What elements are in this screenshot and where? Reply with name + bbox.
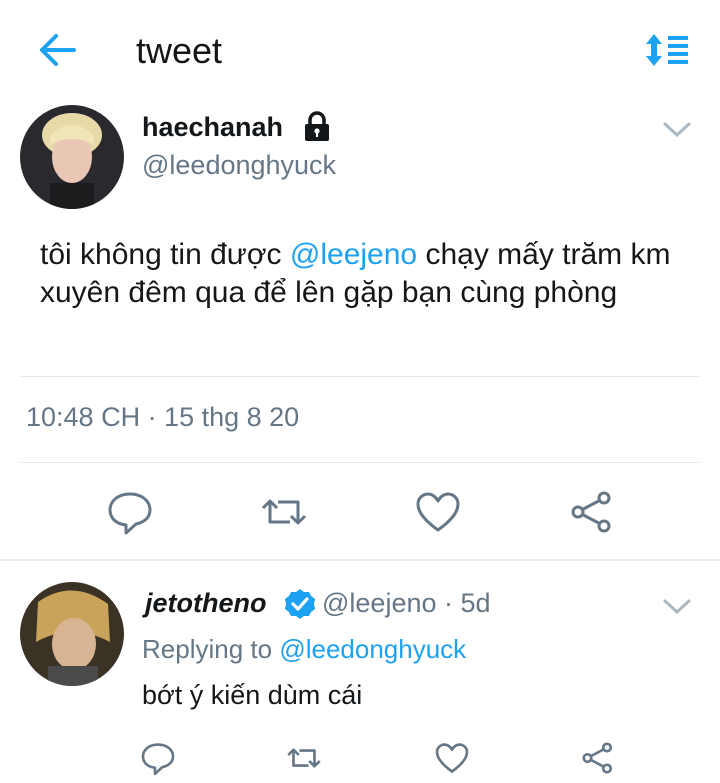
- reply-handle-line: @leejeno · 5d: [322, 588, 491, 619]
- share-icon[interactable]: [568, 488, 616, 536]
- chevron-down-icon[interactable]: [662, 120, 692, 140]
- reply-display-name[interactable]: jetotheno: [145, 588, 267, 619]
- chevron-down-icon[interactable]: [662, 597, 692, 617]
- page-title: tweet: [136, 30, 223, 71]
- tweet-text: tôi không tin được @leejeno chạy mấy tră…: [40, 236, 680, 312]
- reply-handle[interactable]: @leejeno: [322, 588, 437, 618]
- mention-link[interactable]: @leejeno: [290, 238, 417, 271]
- user-handle[interactable]: @leedonghyuck: [142, 150, 336, 181]
- reply-time: · 5d: [436, 588, 491, 618]
- avatar[interactable]: [20, 105, 124, 209]
- replying-to: Replying to @leedonghyuck: [142, 634, 466, 665]
- sort-icon[interactable]: [644, 30, 690, 70]
- timestamp[interactable]: 10:48 CH · 15 thg 8 20: [26, 402, 299, 433]
- reply-avatar[interactable]: [20, 582, 124, 686]
- display-name[interactable]: haechanah: [142, 112, 283, 143]
- replying-prefix: Replying to: [142, 634, 280, 664]
- section-divider: [0, 559, 720, 561]
- back-arrow-icon[interactable]: [36, 30, 78, 70]
- like-icon[interactable]: [434, 740, 470, 776]
- share-icon[interactable]: [580, 740, 616, 776]
- retweet-icon[interactable]: [286, 740, 322, 776]
- tweet-text-part: tôi không tin được: [40, 238, 290, 271]
- reply-text: bớt ý kiến dùm cái: [142, 680, 363, 710]
- reply-icon[interactable]: [106, 488, 154, 536]
- retweet-icon[interactable]: [260, 488, 308, 536]
- divider: [20, 376, 700, 377]
- divider: [20, 462, 700, 463]
- replying-to-link[interactable]: @leedonghyuck: [279, 634, 466, 664]
- reply-icon[interactable]: [140, 740, 176, 776]
- verified-badge-icon: [284, 588, 316, 620]
- lock-icon: [302, 110, 332, 142]
- like-icon[interactable]: [414, 488, 462, 536]
